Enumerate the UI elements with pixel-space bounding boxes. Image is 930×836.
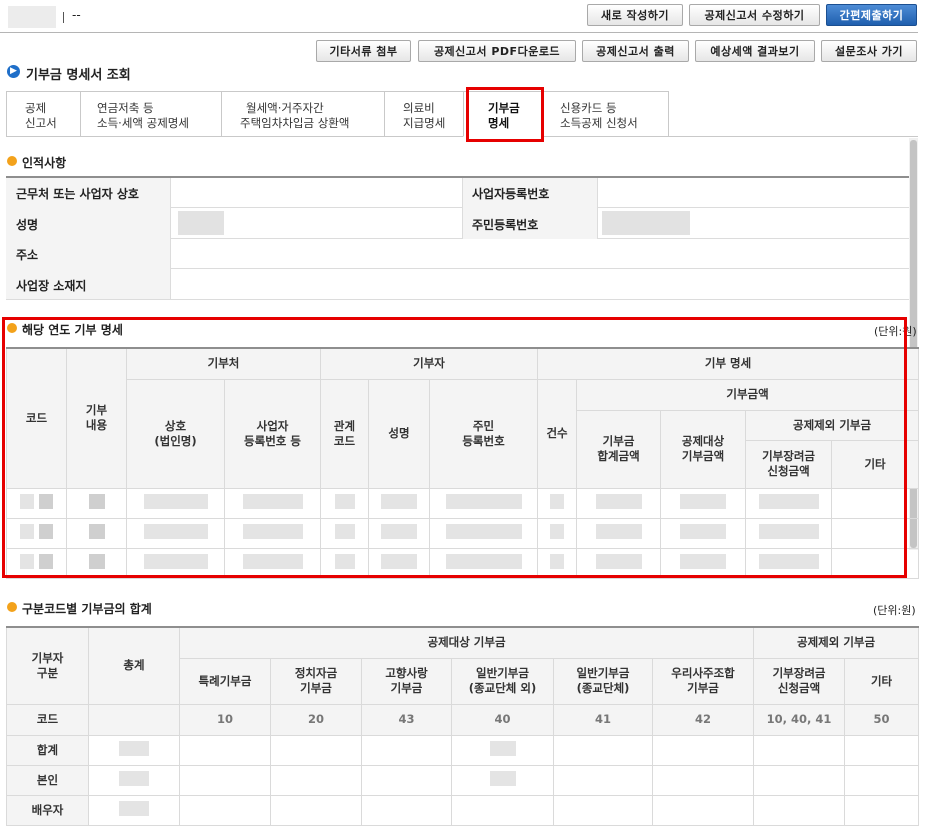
- grand-total-header: 총계: [88, 626, 180, 705]
- special-donation-header: 특례기부금: [179, 657, 271, 705]
- tab-label: 주택임차차입금 상환액: [240, 116, 350, 130]
- edit-deduction-button[interactable]: 공제신고서 수정하기: [689, 4, 820, 26]
- tab-deduction-report[interactable]: 공제 신고서: [6, 91, 81, 137]
- code-summary-table: 기부자 구분 총계 공제대상 기부금 공제제외 기부금 특례기부금 정치자금 기…: [6, 626, 920, 826]
- biz-address-label: 사업장 소재지: [16, 279, 87, 293]
- code-value: 20: [270, 703, 362, 736]
- table-row: 코드 10 20 43 40 41 42 10, 40, 41 50: [6, 703, 920, 736]
- rrn-label: 주민등록번호: [472, 218, 539, 232]
- detail-section-highlight: [2, 317, 907, 578]
- tab-label: 소득공제 신청서: [560, 116, 638, 130]
- top-divider: [0, 32, 918, 33]
- name-value-blurred: [178, 211, 224, 235]
- tab-label: 연금저축 등: [97, 101, 154, 115]
- page-title: 기부금 명세서 조회: [26, 68, 131, 83]
- tab-label: 신용카드 등: [560, 101, 617, 115]
- code-value: 42: [651, 703, 755, 736]
- table-row: 본인: [6, 764, 920, 796]
- donor-type-header: 기부자 구분: [6, 626, 89, 705]
- personal-section-title: 인적사항: [22, 156, 67, 170]
- table-row: 합계: [6, 734, 920, 766]
- title-suffix: --: [72, 8, 81, 22]
- active-tab-highlight: [466, 87, 544, 142]
- code-value: 40: [451, 703, 554, 736]
- tab-monthly-rent[interactable]: 월세액·거주자간 주택임차차입금 상환액: [221, 91, 385, 137]
- deductible-group-header: 공제대상 기부금: [178, 626, 755, 659]
- code-value: 10, 40, 41: [753, 703, 846, 736]
- simple-submit-button[interactable]: 간편제출하기: [826, 4, 917, 26]
- tab-medical-expenses[interactable]: 의료비 지급명세: [384, 91, 464, 137]
- new-write-button[interactable]: 새로 작성하기: [587, 4, 683, 26]
- attach-documents-button[interactable]: 기타서류 첨부: [316, 40, 411, 62]
- estimate-result-button[interactable]: 예상세액 결과보기: [695, 40, 815, 62]
- tab-pension-savings[interactable]: 연금저축 등 소득·세액 공제명세: [80, 91, 222, 137]
- code-value: 41: [553, 703, 653, 736]
- row-label: 합계: [6, 734, 89, 766]
- pdf-download-button[interactable]: 공제신고서 PDF다운로드: [418, 40, 576, 62]
- esop-donation-header: 우리사주조합 기부금: [651, 657, 755, 705]
- survey-button[interactable]: 설문조사 가기: [821, 40, 917, 62]
- title-separator: [63, 12, 64, 23]
- row-label: 코드: [6, 703, 89, 736]
- personal-table: 근무처 또는 사업자 상호 사업자등록번호 성명 주민등록번호 주소 사업장 소…: [6, 176, 909, 300]
- code-value: 43: [361, 703, 452, 736]
- user-name-blurred: [8, 6, 56, 28]
- summary-unit: (단위:원): [873, 604, 916, 617]
- row-label: 배우자: [6, 794, 89, 826]
- other-summary-header: 기타: [844, 657, 920, 705]
- table-row: 배우자: [6, 794, 920, 826]
- tab-label: 월세액·거주자간: [246, 101, 324, 115]
- address-label: 주소: [16, 248, 39, 262]
- tab-label: 소득·세액 공제명세: [97, 116, 189, 130]
- tab-label: 지급명세: [403, 116, 446, 130]
- summary-section-icon: [7, 602, 17, 612]
- code-value: 10: [179, 703, 271, 736]
- title-arrow-icon: ▶: [7, 65, 20, 78]
- tab-credit-card[interactable]: 신용카드 등 소득공제 신청서: [542, 91, 669, 137]
- scholarship-summary-header: 기부장려금 신청금액: [753, 657, 846, 705]
- political-fund-header: 정치자금 기부금: [270, 657, 362, 705]
- biz-no-label: 사업자등록번호: [472, 187, 550, 201]
- rrn-value-blurred: [602, 211, 690, 235]
- general-non-religious-header: 일반기부금 (종교단체 외): [451, 657, 554, 705]
- print-button[interactable]: 공제신고서 출력: [582, 40, 689, 62]
- hometown-donation-header: 고향사랑 기부금: [361, 657, 452, 705]
- non-deductible-group-header: 공제제외 기부금: [753, 626, 920, 659]
- employer-label: 근무처 또는 사업자 상호: [16, 187, 139, 201]
- tab-label: 신고서: [25, 116, 57, 130]
- row-label: 본인: [6, 764, 89, 796]
- name-label: 성명: [16, 218, 39, 232]
- tab-label: 의료비: [403, 101, 435, 115]
- summary-section-title: 구분코드별 기부금의 합계: [22, 602, 152, 616]
- general-religious-header: 일반기부금 (종교단체): [553, 657, 653, 705]
- personal-section-icon: [7, 156, 17, 166]
- code-value: 50: [844, 703, 920, 736]
- tab-label: 공제: [25, 101, 47, 115]
